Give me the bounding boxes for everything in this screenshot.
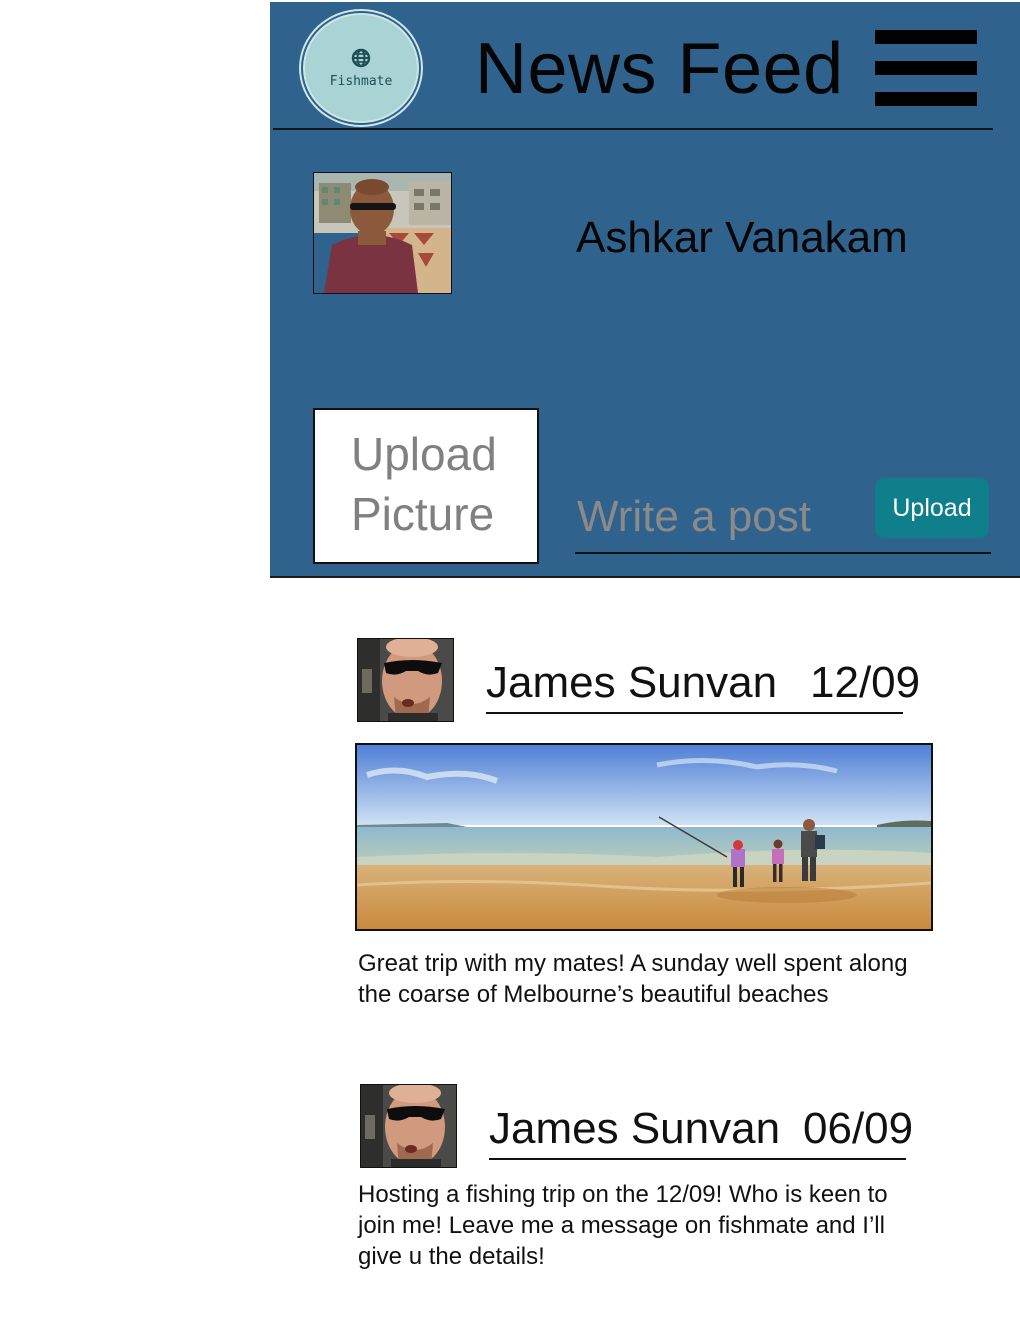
post-body: Hosting a fishing trip on the 12/09! Who… xyxy=(358,1179,938,1272)
logo-text: Fishmate xyxy=(329,73,393,89)
post-author-name[interactable]: James Sunvan xyxy=(486,655,777,711)
header-panel: Fishmate News Feed Ashkar Vanakam Upload… xyxy=(270,2,1020,578)
upload-picture-label-line1: Upload xyxy=(351,428,497,480)
post-image[interactable] xyxy=(355,743,933,931)
menu-bar xyxy=(875,92,977,106)
menu-bar xyxy=(875,61,977,75)
globe-icon xyxy=(351,48,371,67)
author-photo xyxy=(358,639,453,721)
post-divider xyxy=(489,1158,906,1160)
post-body: Great trip with my mates! A sunday well … xyxy=(358,948,938,1010)
profile-name: Ashkar Vanakam xyxy=(576,213,908,262)
upload-button[interactable]: Upload xyxy=(875,478,989,538)
page-title: News Feed xyxy=(475,29,844,109)
post-date: 06/09 xyxy=(803,1104,914,1153)
profile-avatar[interactable] xyxy=(313,172,452,294)
post-divider xyxy=(486,712,903,714)
post-date: 12/09 xyxy=(810,658,921,707)
post-author-name[interactable]: James Sunvan xyxy=(489,1101,780,1157)
post-body-line: join me! Leave me a message on fishmate … xyxy=(358,1212,885,1239)
upload-picture-button[interactable]: Upload Picture xyxy=(313,408,539,564)
post-body-line: Great trip with my mates! A sunday well … xyxy=(358,950,908,977)
post-body-line: Hosting a fishing trip on the 12/09! Who… xyxy=(358,1181,888,1208)
author-photo xyxy=(361,1085,456,1167)
post-body-line: give u the details! xyxy=(358,1243,545,1270)
post-author-avatar[interactable] xyxy=(360,1084,457,1168)
post-body-line: the coarse of Melbourne’s beautiful beac… xyxy=(358,981,829,1008)
upload-picture-label-line2: Picture xyxy=(351,488,495,540)
profile-photo xyxy=(314,173,451,293)
fishmate-logo[interactable]: Fishmate xyxy=(303,13,419,123)
menu-bar xyxy=(875,30,977,44)
beach-fishing-photo xyxy=(357,745,931,929)
hamburger-menu-icon[interactable] xyxy=(875,30,977,106)
post-author-avatar[interactable] xyxy=(357,638,454,722)
header-divider xyxy=(273,128,993,130)
